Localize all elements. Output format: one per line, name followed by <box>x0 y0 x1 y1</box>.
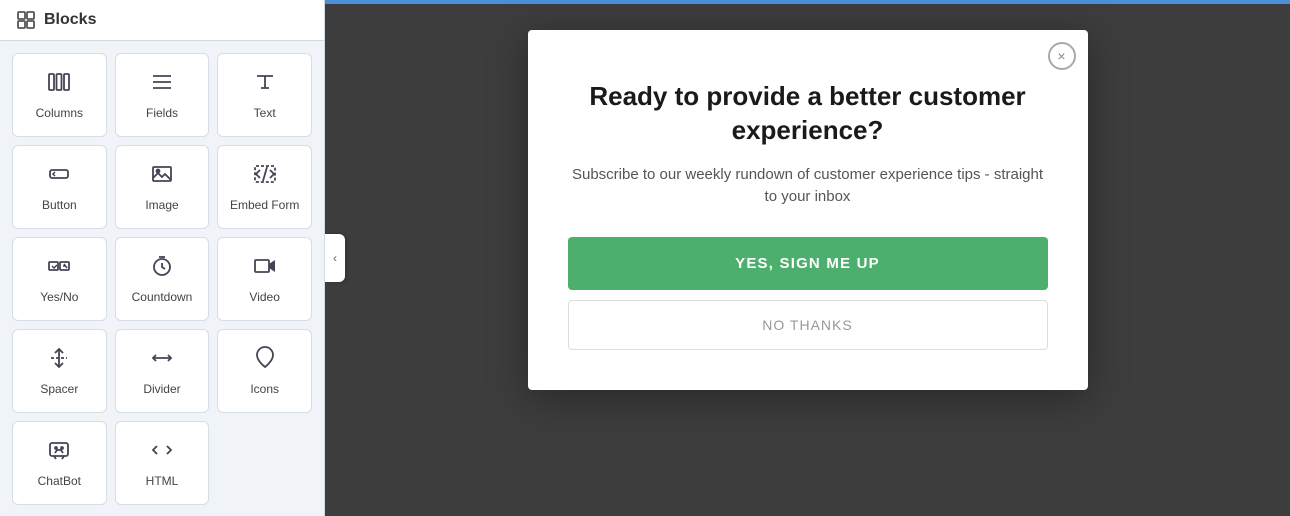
collapse-icon: ‹ <box>333 251 337 265</box>
sidebar-header: Blocks <box>0 0 324 41</box>
yes-no-icon <box>47 254 71 282</box>
block-item-button[interactable]: Button <box>12 145 107 229</box>
chatbot-label: ChatBot <box>38 474 81 488</box>
image-label: Image <box>145 198 178 212</box>
fields-label: Fields <box>146 106 178 120</box>
countdown-label: Countdown <box>132 290 193 304</box>
video-label: Video <box>249 290 279 304</box>
button-icon <box>47 162 71 190</box>
html-label: HTML <box>146 474 179 488</box>
divider-icon <box>150 346 174 374</box>
icons-icon <box>253 346 277 374</box>
block-item-text[interactable]: Text <box>217 53 312 137</box>
embed-form-icon <box>253 162 277 190</box>
block-item-spacer[interactable]: Spacer <box>12 329 107 413</box>
divider-label: Divider <box>143 382 180 396</box>
block-item-chatbot[interactable]: ChatBot <box>12 421 107 505</box>
fields-icon <box>150 70 174 98</box>
modal-close-button[interactable]: × <box>1048 42 1076 70</box>
block-item-countdown[interactable]: Countdown <box>115 237 210 321</box>
sidebar: Blocks Columns Fields <box>0 0 325 516</box>
blocks-grid: Columns Fields Text <box>0 41 324 516</box>
columns-label: Columns <box>36 106 83 120</box>
block-item-video[interactable]: Video <box>217 237 312 321</box>
sidebar-title: Blocks <box>44 11 96 29</box>
yes-no-label: Yes/No <box>40 290 78 304</box>
icons-label: Icons <box>250 382 279 396</box>
block-item-fields[interactable]: Fields <box>115 53 210 137</box>
text-label: Text <box>254 106 276 120</box>
columns-icon <box>47 70 71 98</box>
close-icon: × <box>1057 48 1065 64</box>
block-item-html[interactable]: HTML <box>115 421 210 505</box>
no-thanks-button[interactable]: NO THANKS <box>568 300 1048 350</box>
video-icon <box>253 254 277 282</box>
block-item-icons[interactable]: Icons <box>217 329 312 413</box>
block-item-embed-form[interactable]: Embed Form <box>217 145 312 229</box>
spacer-label: Spacer <box>40 382 78 396</box>
image-icon <box>150 162 174 190</box>
block-item-divider[interactable]: Divider <box>115 329 210 413</box>
countdown-icon <box>150 254 174 282</box>
top-bar <box>325 0 1290 4</box>
modal-subtitle: Subscribe to our weekly rundown of custo… <box>568 164 1048 209</box>
button-label: Button <box>42 198 77 212</box>
blocks-icon <box>16 10 36 30</box>
block-item-image[interactable]: Image <box>115 145 210 229</box>
chatbot-icon <box>47 438 71 466</box>
main-canvas: ‹ × Ready to provide a better customer e… <box>325 0 1290 516</box>
modal-title: Ready to provide a better customer exper… <box>568 80 1048 148</box>
embed-form-label: Embed Form <box>230 198 299 212</box>
modal-popup: × Ready to provide a better customer exp… <box>528 30 1088 390</box>
block-item-columns[interactable]: Columns <box>12 53 107 137</box>
html-icon <box>150 438 174 466</box>
block-item-yes-no[interactable]: Yes/No <box>12 237 107 321</box>
collapse-handle[interactable]: ‹ <box>325 234 345 282</box>
yes-sign-me-up-button[interactable]: YES, SIGN ME UP <box>568 237 1048 290</box>
spacer-icon <box>47 346 71 374</box>
text-icon <box>253 70 277 98</box>
